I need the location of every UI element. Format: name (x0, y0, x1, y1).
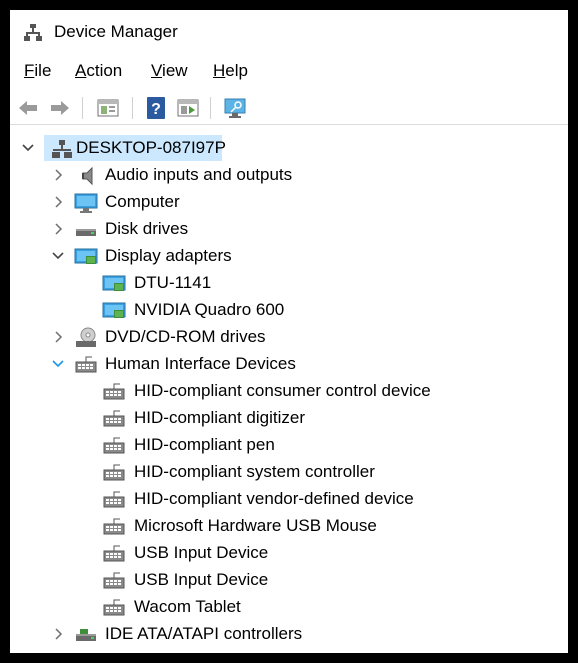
device-dtu-1141[interactable]: DTU-1141 (10, 270, 568, 297)
category-label: Disk drives (105, 219, 189, 238)
device-manager-window: Device Manager File Action View Help ? D… (10, 10, 568, 653)
category-label: DVD/CD-ROM drives (105, 327, 266, 346)
menu-action[interactable]: Action (75, 61, 122, 81)
chevron-down-icon[interactable] (52, 250, 64, 262)
device-label: NVIDIA Quadro 600 (134, 300, 285, 319)
forward-icon[interactable] (48, 96, 72, 120)
category-label: Human Interface Devices (105, 354, 296, 373)
device-manager-app-icon (24, 24, 42, 41)
monitor-icon (74, 193, 98, 213)
toolbar-separator (132, 97, 133, 119)
ide-controller-icon (76, 629, 96, 641)
toolbar: ? (10, 92, 568, 125)
speaker-icon (82, 166, 93, 186)
window-title: Device Manager (54, 22, 178, 41)
device-label: Wacom Tablet (134, 597, 241, 616)
device-hid-consumer-control[interactable]: HID-compliant consumer control device (10, 378, 568, 405)
svg-text:?: ? (151, 101, 161, 118)
chevron-right-icon[interactable] (52, 196, 64, 208)
toolbar-separator (82, 97, 83, 119)
title-bar: Device Manager (10, 10, 568, 52)
category-ide-ata-atapi-controllers[interactable]: IDE ATA/ATAPI controllers (10, 621, 568, 648)
hid-icon (103, 518, 125, 535)
display-adapter-icon (74, 248, 98, 264)
menu-action-accel: A (75, 61, 87, 80)
hid-icon (103, 410, 125, 427)
menu-view[interactable]: View (151, 61, 188, 81)
chevron-down-icon[interactable] (22, 142, 34, 154)
disk-drive-icon (76, 229, 96, 236)
device-label: USB Input Device (134, 570, 269, 589)
category-label: Audio inputs and outputs (105, 165, 293, 184)
device-hid-digitizer[interactable]: HID-compliant digitizer (10, 405, 568, 432)
category-label: Display adapters (105, 246, 232, 265)
device-label: Microsoft Hardware USB Mouse (134, 516, 377, 535)
device-label: HID-compliant digitizer (134, 408, 305, 427)
menu-view-label: iew (162, 61, 188, 80)
category-display-adapters[interactable]: Display adapters (10, 243, 568, 270)
device-hid-system-controller[interactable]: HID-compliant system controller (10, 459, 568, 486)
root-label: DESKTOP-087I97P (76, 138, 226, 157)
category-label: IDE ATA/ATAPI controllers (105, 624, 303, 643)
device-hid-vendor-defined[interactable]: HID-compliant vendor-defined device (10, 486, 568, 513)
tree-root-computer[interactable]: DESKTOP-087I97P (10, 135, 568, 162)
display-adapter-icon (102, 275, 126, 291)
menu-bar: File Action View Help (10, 58, 568, 86)
category-label: Computer (105, 192, 180, 211)
dvd-drive-icon (76, 327, 96, 347)
chevron-right-icon[interactable] (52, 169, 64, 181)
device-label: USB Input Device (134, 543, 269, 562)
menu-file-label: ile (34, 61, 52, 80)
device-label: HID-compliant consumer control device (134, 381, 431, 400)
chevron-right-icon[interactable] (52, 331, 64, 343)
device-ms-usb-mouse[interactable]: Microsoft Hardware USB Mouse (10, 513, 568, 540)
category-audio[interactable]: Audio inputs and outputs (10, 162, 568, 189)
device-hid-pen[interactable]: HID-compliant pen (10, 432, 568, 459)
category-computer[interactable]: Computer (10, 189, 568, 216)
hid-icon (103, 437, 125, 454)
hid-icon (103, 491, 125, 508)
device-wacom-tablet[interactable]: Wacom Tablet (10, 594, 568, 621)
hid-icon (75, 356, 97, 373)
device-tree: DESKTOP-087I97P Audio inputs and outputs… (10, 128, 568, 653)
hid-icon (103, 383, 125, 400)
device-usb-input-device[interactable]: USB Input Device (10, 567, 568, 594)
device-nvidia-quadro-600[interactable]: NVIDIA Quadro 600 (10, 297, 568, 324)
device-label: HID-compliant vendor-defined device (134, 489, 414, 508)
hid-icon (103, 545, 125, 562)
category-human-interface-devices[interactable]: Human Interface Devices (10, 351, 568, 378)
device-usb-input-device[interactable]: USB Input Device (10, 540, 568, 567)
computer-network-icon (52, 140, 72, 158)
device-label: HID-compliant pen (134, 435, 275, 454)
toolbar-separator (210, 97, 211, 119)
device-label: DTU-1141 (134, 273, 212, 292)
chevron-right-icon[interactable] (52, 628, 64, 640)
menu-file-accel: F (24, 61, 35, 80)
help-icon[interactable]: ? (144, 96, 168, 120)
display-adapter-icon (102, 302, 126, 318)
device-label: HID-compliant system controller (134, 462, 375, 481)
menu-action-label: ction (86, 61, 123, 80)
menu-help[interactable]: Help (213, 61, 248, 81)
menu-help-label: elp (225, 61, 248, 80)
hid-icon (103, 599, 125, 616)
back-icon[interactable] (16, 96, 40, 120)
properties-icon[interactable] (96, 96, 120, 120)
update-driver-icon[interactable] (176, 96, 200, 120)
scan-hardware-icon[interactable] (223, 96, 247, 120)
chevron-down-icon[interactable] (52, 358, 64, 370)
menu-file[interactable]: File (24, 61, 51, 81)
category-disk-drives[interactable]: Disk drives (10, 216, 568, 243)
hid-icon (103, 572, 125, 589)
menu-help-accel: H (213, 61, 226, 80)
menu-view-accel: V (151, 61, 163, 80)
chevron-right-icon[interactable] (52, 223, 64, 235)
hid-icon (103, 464, 125, 481)
category-dvd-cdrom-drives[interactable]: DVD/CD-ROM drives (10, 324, 568, 351)
